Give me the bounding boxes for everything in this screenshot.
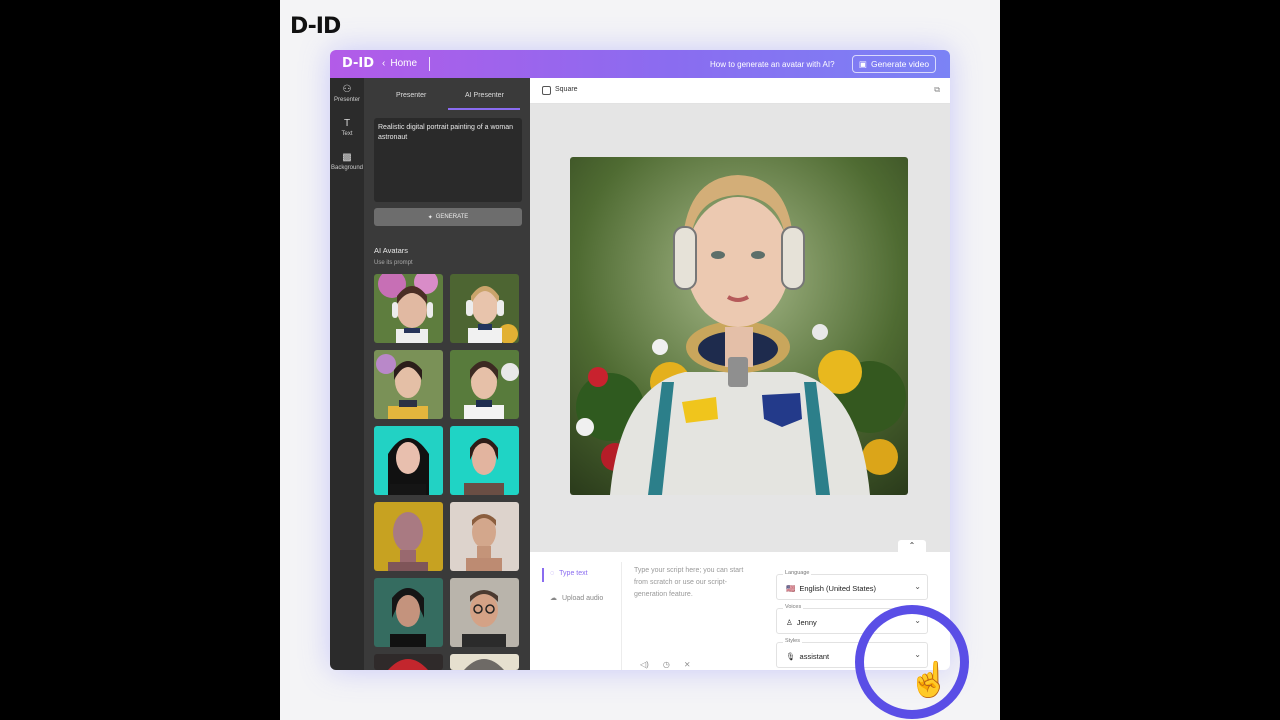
- video-icon: ▣: [858, 58, 867, 69]
- text-icon: T: [343, 118, 351, 129]
- tab-presenter[interactable]: Presenter: [396, 92, 426, 99]
- avatar-thumb[interactable]: [374, 578, 443, 647]
- avatar-thumb[interactable]: [374, 502, 443, 571]
- avatar-thumb[interactable]: [374, 350, 443, 419]
- section-subtitle: Use its prompt: [374, 260, 413, 266]
- section-title: AI Avatars: [374, 246, 409, 255]
- rail-label: Presenter: [333, 97, 360, 103]
- divider: [621, 562, 622, 670]
- voice-person-icon: ♙: [786, 618, 793, 627]
- us-flag-icon: 🇺🇸: [786, 584, 796, 593]
- home-label: Home: [390, 58, 418, 69]
- rail-label: Text: [341, 131, 353, 137]
- app-window: D-ID ‹ Home How to generate an avatar wi…: [330, 50, 950, 670]
- active-option-indicator: [542, 568, 544, 582]
- app-logo[interactable]: D-ID: [342, 56, 374, 71]
- type-text-label: Type text: [559, 570, 588, 577]
- panel-tabs: Presenter AI Presenter: [364, 78, 530, 110]
- script-input[interactable]: Type your script here; you can start fro…: [634, 565, 754, 601]
- voices-value-wrap: ♙ Jenny: [786, 618, 817, 627]
- rail-item-text[interactable]: T Text: [330, 118, 364, 137]
- presenter-preview-image: [570, 157, 908, 495]
- avatar-thumb[interactable]: [450, 502, 519, 571]
- avatar-grid: [374, 274, 522, 670]
- styles-value-wrap: 🎙 assistant: [786, 652, 829, 661]
- avatar-thumb[interactable]: [374, 654, 443, 670]
- mic-icon: 🎙: [786, 652, 796, 661]
- duplicate-icon[interactable]: ⧉: [934, 85, 940, 95]
- hand-cursor-icon: ☝: [908, 661, 951, 699]
- avatar-thumb[interactable]: [450, 426, 519, 495]
- howto-link[interactable]: How to generate an avatar with AI?: [710, 60, 835, 69]
- script-tools: ◁) ◷ ⨯: [640, 660, 691, 669]
- styles-value: assistant: [799, 652, 830, 661]
- language-value: English (United States): [799, 584, 877, 593]
- chevron-down-icon: ⌄: [914, 582, 921, 591]
- upload-audio-option[interactable]: ☁ Upload audio: [550, 594, 604, 603]
- avatar-thumb[interactable]: [450, 654, 519, 670]
- home-link[interactable]: ‹ Home: [382, 58, 417, 69]
- sparkle-icon: ✦: [427, 214, 433, 221]
- chevron-up-icon[interactable]: ⌃: [898, 540, 926, 552]
- avatar-thumb[interactable]: [450, 274, 519, 343]
- chat-icon: ◌: [550, 570, 555, 577]
- language-value-wrap: 🇺🇸 English (United States): [786, 584, 876, 593]
- avatar-thumb[interactable]: [450, 578, 519, 647]
- editor-main: Square ⧉ ⌃ ◌ Type text ☁ Upload audio Ty…: [530, 78, 950, 670]
- cloud-upload-icon: ☁: [550, 595, 557, 602]
- tab-ai-presenter[interactable]: AI Presenter: [465, 92, 504, 99]
- brand-watermark: D-ID: [290, 14, 341, 39]
- speaker-icon[interactable]: ◁): [640, 660, 649, 669]
- rail-label: Background: [330, 165, 364, 171]
- top-bar: D-ID ‹ Home How to generate an avatar wi…: [330, 50, 950, 78]
- person-icon: ⚇: [342, 84, 352, 95]
- avatar-thumb[interactable]: [450, 350, 519, 419]
- generate-label: GENERATE: [435, 214, 469, 220]
- rail-item-presenter[interactable]: ⚇ Presenter: [330, 84, 364, 103]
- square-checkbox[interactable]: [542, 86, 551, 95]
- generate-video-label: Generate video: [870, 59, 930, 69]
- divider: [429, 57, 430, 71]
- canvas-toolbar: Square ⧉: [530, 78, 950, 104]
- avatar-thumb[interactable]: [374, 426, 443, 495]
- background-icon: ▩: [342, 152, 352, 163]
- prompt-input[interactable]: Realistic digital portrait painting of a…: [374, 118, 522, 202]
- voices-label: Voices: [783, 604, 804, 610]
- generate-video-button[interactable]: ▣ Generate video: [852, 55, 936, 73]
- rail-item-background[interactable]: ▩ Background: [330, 152, 364, 171]
- chevron-left-icon: ‹: [382, 58, 386, 69]
- voices-value: Jenny: [796, 618, 817, 627]
- language-label: Language: [783, 570, 812, 576]
- square-label: Square: [555, 86, 578, 93]
- avatar-thumb[interactable]: [374, 274, 443, 343]
- left-rail: ⚇ Presenter T Text ▩ Background: [330, 78, 364, 670]
- presenter-panel: Presenter AI Presenter Realistic digital…: [364, 78, 530, 670]
- generate-button[interactable]: ✦ GENERATE: [374, 208, 522, 226]
- language-select[interactable]: Language 🇺🇸 English (United States) ⌄: [776, 570, 928, 600]
- styles-label: Styles: [783, 638, 802, 644]
- video-frame: D-ID D-ID ‹ Home How to generate an avat…: [280, 0, 1000, 720]
- timer-icon[interactable]: ◷: [663, 660, 670, 669]
- active-tab-indicator: [448, 108, 520, 110]
- upload-audio-label: Upload audio: [562, 594, 604, 602]
- type-text-option[interactable]: ◌ Type text: [550, 570, 588, 577]
- mute-icon[interactable]: ⨯: [684, 660, 691, 669]
